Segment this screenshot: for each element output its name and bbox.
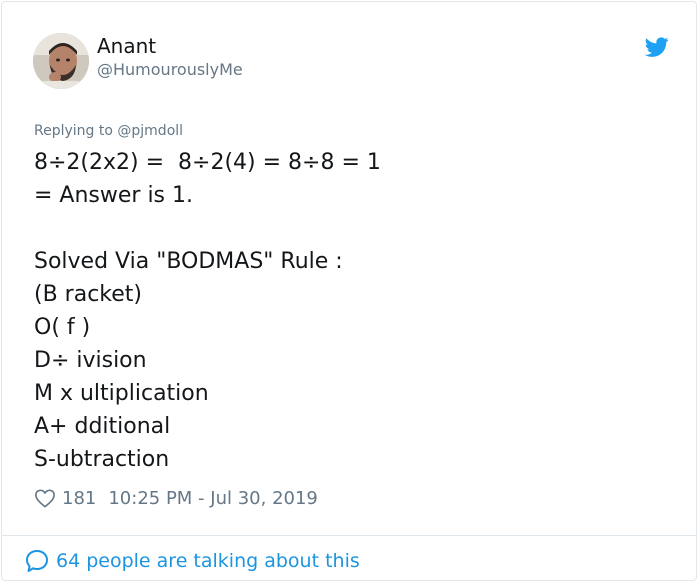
tweet-line: 8÷2(2x2) = 8÷2(4) = 8÷8 = 1 <box>34 150 381 175</box>
tweet-line: Solved Via "BODMAS" Rule : <box>34 249 343 274</box>
author-handle[interactable]: @HumourouslyMe <box>97 60 243 80</box>
tweet-card: Anant @HumourouslyMe Replying to @pjmdol… <box>1 1 697 581</box>
author-name[interactable]: Anant <box>97 34 156 58</box>
heart-icon[interactable] <box>34 488 56 508</box>
twitter-bird-icon[interactable] <box>644 35 670 59</box>
tweet-line: A+ dditional <box>34 414 171 439</box>
like-count[interactable]: 181 <box>62 488 96 509</box>
tweet-line: S-ubtraction <box>34 447 170 472</box>
speech-bubble-icon <box>24 548 50 574</box>
conversation-link[interactable]: 64 people are talking about this <box>24 548 360 574</box>
conversation-label[interactable]: 64 people are talking about this <box>56 550 360 572</box>
tweet-line: = Answer is 1. <box>34 183 194 208</box>
divider <box>2 535 696 536</box>
tweet-line: M x ultiplication <box>34 381 209 406</box>
tweet-text: 8÷2(2x2) = 8÷2(4) = 8÷8 = 1 = Answer is … <box>34 146 674 476</box>
tweet-meta: 181 10:25 PM - Jul 30, 2019 <box>34 486 318 510</box>
replying-to: Replying to @pjmdoll <box>34 122 183 140</box>
tweet-line: O( f ) <box>34 315 91 340</box>
tweet-timestamp[interactable]: 10:25 PM - Jul 30, 2019 <box>108 488 318 509</box>
tweet-line <box>34 212 674 245</box>
tweet-line: (B racket) <box>34 282 142 307</box>
tweet-line: D÷ ivision <box>34 348 147 373</box>
author-avatar[interactable] <box>33 33 89 89</box>
replying-prefix: Replying to <box>34 123 113 139</box>
replying-mention-link[interactable]: @pjmdoll <box>117 123 183 139</box>
